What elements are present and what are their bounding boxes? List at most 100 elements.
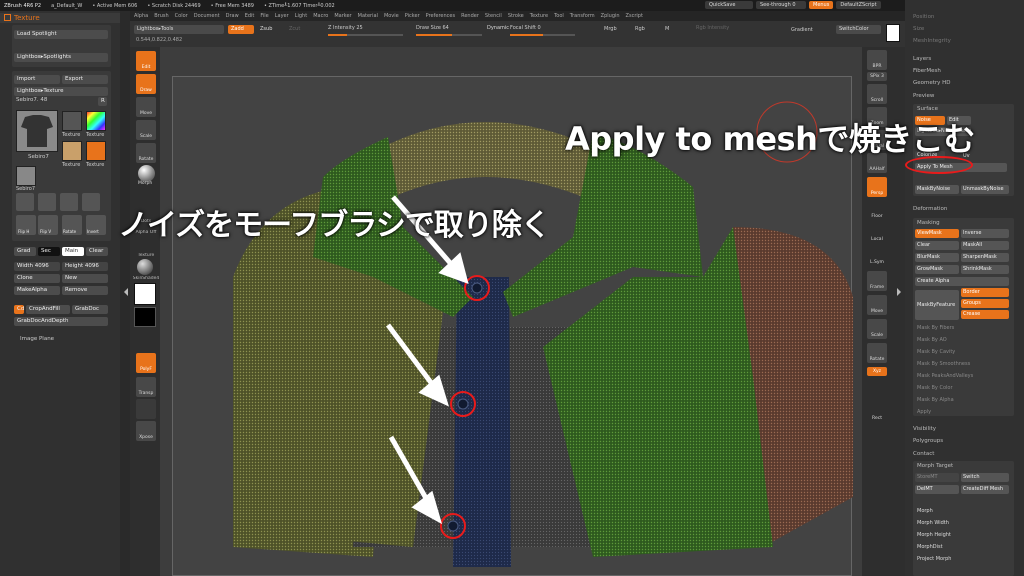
rotate-button[interactable]: Rotate — [62, 215, 82, 235]
flip-h-icon[interactable] — [16, 193, 34, 211]
default-zscript-button[interactable]: DefaultZScript — [836, 1, 881, 9]
grabdocanddepth-button[interactable]: GrabDocAndDepth — [14, 317, 108, 326]
left-tray-collapse-icon[interactable] — [124, 288, 128, 296]
clone-button[interactable]: Clone — [14, 274, 60, 283]
lightbox-tools-button[interactable]: Lightbox▸Tools — [134, 25, 224, 34]
sec-color-button[interactable]: Sec — [38, 247, 60, 256]
surface-header[interactable]: Surface — [917, 106, 938, 112]
menu-preferences[interactable]: Preferences — [426, 13, 455, 19]
rgb-intensity-slider[interactable]: Rgb Intensity — [696, 25, 729, 31]
main-color-button[interactable]: Main — [62, 247, 84, 256]
new-button[interactable]: New — [62, 274, 108, 283]
menu-alpha[interactable]: Alpha — [134, 13, 148, 19]
texture-thumb-6[interactable] — [16, 166, 36, 186]
cd-button[interactable]: Cd — [14, 305, 24, 314]
mask-apply-item[interactable]: Apply — [917, 409, 931, 415]
mask-peaks-valleys-item[interactable]: Mask PeaksAndValleys — [917, 373, 973, 379]
flip-v-button[interactable]: Flip V — [38, 215, 58, 235]
zsub-button[interactable]: Zsub — [257, 25, 279, 34]
zcut-button[interactable]: Zcut — [286, 25, 308, 34]
morph-width-slider[interactable]: Morph Width — [917, 520, 949, 526]
menu-zplugin[interactable]: Zplugin — [601, 13, 620, 19]
z-intensity-track[interactable] — [328, 34, 403, 36]
mask-by-color-item[interactable]: Mask By Color — [917, 385, 953, 391]
position-header[interactable]: Position — [913, 14, 934, 20]
texture-palette-title[interactable]: Texture — [0, 13, 120, 23]
size-header[interactable]: Size — [913, 26, 924, 32]
cropandfill-button[interactable]: CropAndFill — [26, 305, 70, 314]
groups-button[interactable]: Groups — [961, 299, 1009, 308]
rotate-button[interactable]: Rotate — [136, 143, 156, 163]
maskbyfeature-button[interactable]: MaskByFeature — [915, 290, 959, 320]
project-morph-button[interactable]: Project Morph — [917, 556, 951, 562]
menu-movie[interactable]: Movie — [384, 13, 399, 19]
width-slider[interactable]: Width 4096 — [14, 262, 60, 271]
layers-header[interactable]: Layers — [913, 56, 931, 62]
load-spotlight-button[interactable]: Load Spotlight — [14, 30, 108, 39]
switchcolor-button[interactable]: SwitchColor — [836, 25, 881, 34]
dynamic-button[interactable]: Dynamic — [484, 24, 513, 33]
texture-thumb-3[interactable] — [86, 111, 106, 131]
palette-menu-icon[interactable] — [4, 14, 11, 21]
menu-transform[interactable]: Transform — [570, 13, 595, 19]
gradient-button[interactable]: Gradient — [791, 27, 813, 33]
lightbox-spotlights-button[interactable]: Lightbox▸Spotlights — [14, 53, 108, 62]
move-view-button[interactable]: Move — [867, 295, 887, 315]
menu-marker[interactable]: Marker — [334, 13, 351, 19]
contact-header[interactable]: Contact — [913, 451, 934, 457]
menu-macro[interactable]: Macro — [313, 13, 328, 19]
texture-thumb-5[interactable] — [86, 141, 106, 161]
menu-edit[interactable]: Edit — [245, 13, 255, 19]
focal-shift-slider[interactable]: Focal Shift 0 — [510, 25, 541, 31]
zadd-button[interactable]: Zadd — [228, 25, 254, 34]
texture-label[interactable]: Texture — [132, 253, 160, 258]
invert-icon[interactable] — [82, 193, 100, 211]
lsym-button[interactable]: L.Sym — [867, 246, 887, 266]
lightbox-texture-button[interactable]: Lightbox▸Texture — [14, 87, 108, 96]
image-plane-header[interactable]: Image Plane — [20, 336, 54, 342]
delmt-button[interactable]: DelMT — [915, 485, 959, 494]
texture-thumb-2[interactable] — [62, 111, 82, 131]
growmask-button[interactable]: GrowMask — [915, 265, 959, 274]
rgb-button[interactable]: Rgb — [635, 26, 645, 32]
mask-by-smoothness-item[interactable]: Mask By Smoothness — [917, 361, 970, 367]
rotate-view-button[interactable]: Rotate — [867, 343, 887, 363]
secondary-color-chip[interactable] — [134, 307, 156, 327]
geometry-hd-header[interactable]: Geometry HD — [913, 80, 951, 86]
flip-v-icon[interactable] — [38, 193, 56, 211]
blurmask-button[interactable]: BlurMask — [915, 253, 959, 262]
menu-file[interactable]: File — [260, 13, 268, 19]
remove-button[interactable]: Remove — [62, 286, 108, 295]
spix-slider[interactable]: SPix 3 — [867, 72, 887, 81]
makealpha-button[interactable]: MakeAlpha — [14, 286, 60, 295]
menu-render[interactable]: Render — [461, 13, 479, 19]
invert-button[interactable]: Invert — [86, 215, 106, 235]
main-color-swatch[interactable] — [886, 24, 900, 42]
main-color-chip[interactable] — [134, 283, 156, 305]
mask-by-noise-button[interactable]: MaskByNoise — [915, 185, 959, 194]
create-alpha-button[interactable]: Create Alpha — [915, 277, 1009, 286]
menus-button[interactable]: Menus — [809, 1, 834, 9]
clear-mask-button[interactable]: Clear — [915, 241, 959, 250]
mrgb-button[interactable]: Mrgb — [604, 26, 617, 32]
z-intensity-slider[interactable]: Z Intensity 25 — [328, 25, 363, 31]
inverse-button[interactable]: Inverse — [961, 229, 1009, 238]
scroll-button[interactable]: Scroll — [867, 84, 887, 104]
viewmask-button[interactable]: ViewMask — [915, 229, 959, 238]
grabdoc-button[interactable]: GrabDoc — [72, 305, 108, 314]
sharpenmask-button[interactable]: SharpenMask — [961, 253, 1009, 262]
draw-size-slider[interactable]: Draw Size 64 — [416, 25, 449, 31]
draw-size-track[interactable] — [416, 34, 482, 36]
menu-tool[interactable]: Tool — [554, 13, 564, 19]
visibility-header[interactable]: Visibility — [913, 426, 936, 432]
mask-by-ao-item[interactable]: Mask By AO — [917, 337, 947, 343]
mask-by-alpha-item[interactable]: Mask By Alpha — [917, 397, 954, 403]
fibermesh-header[interactable]: FiberMesh — [913, 68, 941, 74]
deformation-header[interactable]: Deformation — [913, 206, 947, 212]
shrinkmask-button[interactable]: ShrinkMask — [961, 265, 1009, 274]
morphdist-slider[interactable]: MorphDist — [917, 544, 943, 550]
see-through-slider[interactable]: See-through 0 — [756, 1, 806, 9]
menu-material[interactable]: Material — [358, 13, 378, 19]
mask-by-cavity-item[interactable]: Mask By Cavity — [917, 349, 955, 355]
edit-button[interactable]: Edit — [136, 51, 156, 71]
